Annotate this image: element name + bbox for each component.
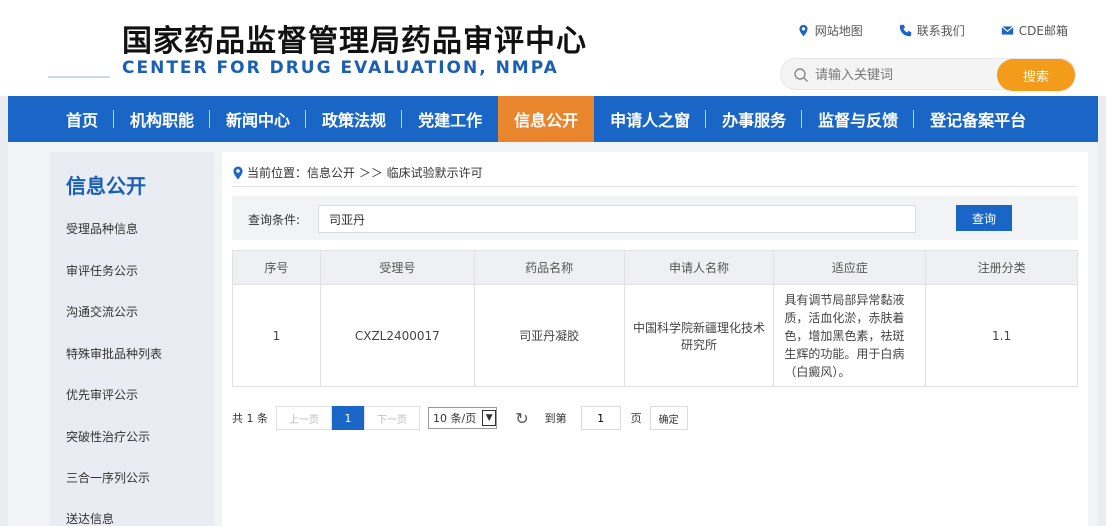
sitemap-label: 网站地图 xyxy=(814,24,863,38)
contact-link[interactable]: 联系我们 xyxy=(899,22,965,39)
chevron-down-icon: ▼ xyxy=(482,410,497,426)
top-links: 网站地图 联系我们 CDE邮箱 xyxy=(797,22,1068,39)
mail-label: CDE邮箱 xyxy=(1018,24,1068,38)
nav-item-functions[interactable]: 机构职能 xyxy=(114,96,211,142)
site-logo[interactable] xyxy=(48,18,110,78)
total-count: 共 1 条 xyxy=(232,412,268,425)
cell-applicant: 中国科学院新疆理化技术研究所 xyxy=(623,284,775,387)
nav-item-party[interactable]: 党建工作 xyxy=(402,96,498,142)
page-edge-left xyxy=(0,96,8,526)
nav-item-supervision[interactable]: 监督与反馈 xyxy=(802,96,915,142)
nav-item-info-disclosure[interactable]: 信息公开 xyxy=(498,96,595,142)
sitemap-link[interactable]: 网站地图 xyxy=(797,22,863,39)
divider xyxy=(232,186,1078,187)
nav-item-policy[interactable]: 政策法规 xyxy=(306,96,403,142)
mail-link[interactable]: CDE邮箱 xyxy=(1001,22,1068,39)
sidebar: 信息公开 受理品种信息 审评任务公示 沟通交流公示 特殊审批品种列表 优先审评公… xyxy=(50,152,214,526)
nav-item-services[interactable]: 办事服务 xyxy=(706,96,803,142)
cell-reg-class: 1.1 xyxy=(925,284,1078,387)
col-header-indication: 适应症 xyxy=(773,250,927,285)
cell-drug-name: 司亚丹凝胶 xyxy=(473,284,625,387)
location-pin-icon xyxy=(233,166,243,179)
site-header: 国家药品监督管理局药品审评中心 CENTER FOR DRUG EVALUATI… xyxy=(0,0,1106,96)
sidebar-item-special-approval[interactable]: 特殊审批品种列表 xyxy=(66,345,162,362)
sidebar-item-review-tasks[interactable]: 审评任务公示 xyxy=(66,262,138,279)
prev-page-button[interactable]: 上一页 xyxy=(276,406,332,430)
col-header-reg-class: 注册分类 xyxy=(925,250,1078,285)
location-pin-icon xyxy=(799,24,808,37)
query-button[interactable]: 查询 xyxy=(956,205,1012,231)
page-edge-right xyxy=(1098,96,1106,526)
cell-index: 1 xyxy=(232,284,321,387)
main-content: 当前位置：信息公开 ＞＞ 临床试验默示许可 查询条件: 查询 序号 受理号 药品… xyxy=(222,152,1088,526)
sidebar-item-breakthrough[interactable]: 突破性治疗公示 xyxy=(66,428,150,445)
goto-page-input[interactable] xyxy=(580,406,621,430)
sidebar-item-three-in-one[interactable]: 三合一序列公示 xyxy=(66,469,150,486)
nav-item-home[interactable]: 首页 xyxy=(8,96,115,142)
goto-confirm-button[interactable]: 确定 xyxy=(649,406,688,430)
page-size-value: 10 条/页 xyxy=(433,412,477,425)
page-unit: 页 xyxy=(630,412,642,425)
query-label: 查询条件: xyxy=(248,213,301,227)
col-header-acceptance-no: 受理号 xyxy=(319,250,475,285)
pagination: 共 1 条 上一页 1 下一页 10 条/页 ▼ ↻ 到第 页 确定 xyxy=(232,406,688,430)
query-bar: 查询条件: 查询 xyxy=(232,196,1078,240)
breadcrumb: 当前位置：信息公开 ＞＞ 临床试验默示许可 xyxy=(232,164,483,181)
goto-label: 到第 xyxy=(544,412,567,425)
breadcrumb-text: 当前位置：信息公开 ＞＞ 临床试验默示许可 xyxy=(247,166,483,180)
phone-icon xyxy=(899,24,911,37)
contact-label: 联系我们 xyxy=(916,24,965,38)
nav-item-applicant[interactable]: 申请人之窗 xyxy=(594,96,707,142)
table-row[interactable]: 1 CXZL2400017 司亚丹凝胶 中国科学院新疆理化技术研究所 具有调节局… xyxy=(232,284,1078,387)
search-icon xyxy=(794,68,808,82)
main-nav: 首页 机构职能 新闻中心 政策法规 党建工作 信息公开 申请人之窗 办事服务 监… xyxy=(8,96,1098,142)
mail-icon xyxy=(1001,26,1014,35)
nav-item-registration[interactable]: 登记备案平台 xyxy=(914,96,1042,142)
nav-item-news[interactable]: 新闻中心 xyxy=(210,96,307,142)
sidebar-title: 信息公开 xyxy=(66,174,146,198)
results-table: 序号 受理号 药品名称 申请人名称 适应症 注册分类 1 CXZL2400017… xyxy=(232,250,1078,387)
cell-acceptance-no: CXZL2400017 xyxy=(319,284,475,387)
sidebar-item-priority-review[interactable]: 优先审评公示 xyxy=(66,386,138,403)
current-page[interactable]: 1 xyxy=(332,406,364,430)
next-page-button[interactable]: 下一页 xyxy=(364,406,420,430)
search-input[interactable] xyxy=(815,64,995,86)
sidebar-item-accepted-varieties[interactable]: 受理品种信息 xyxy=(66,220,138,237)
col-header-index: 序号 xyxy=(232,250,321,285)
site-title-cn: 国家药品监督管理局药品审评中心 xyxy=(122,24,587,59)
table-header-row: 序号 受理号 药品名称 申请人名称 适应症 注册分类 xyxy=(232,250,1078,285)
site-search: 搜索 xyxy=(780,58,1076,91)
sidebar-item-communication[interactable]: 沟通交流公示 xyxy=(66,303,138,320)
cell-indication: 具有调节局部异常黏液质，活血化淤，赤肤着色，增加黑色素，祛斑生辉的功能。用于白病… xyxy=(773,284,927,387)
page-size-select[interactable]: 10 条/页 ▼ xyxy=(428,407,498,429)
col-header-drug-name: 药品名称 xyxy=(473,250,625,285)
query-input[interactable] xyxy=(318,205,916,233)
search-button[interactable]: 搜索 xyxy=(997,59,1075,91)
refresh-icon[interactable]: ↻ xyxy=(515,409,528,428)
site-title-en: CENTER FOR DRUG EVALUATION, NMPA xyxy=(122,58,559,78)
sidebar-item-delivery[interactable]: 送达信息 xyxy=(66,510,114,526)
col-header-applicant: 申请人名称 xyxy=(623,250,775,285)
